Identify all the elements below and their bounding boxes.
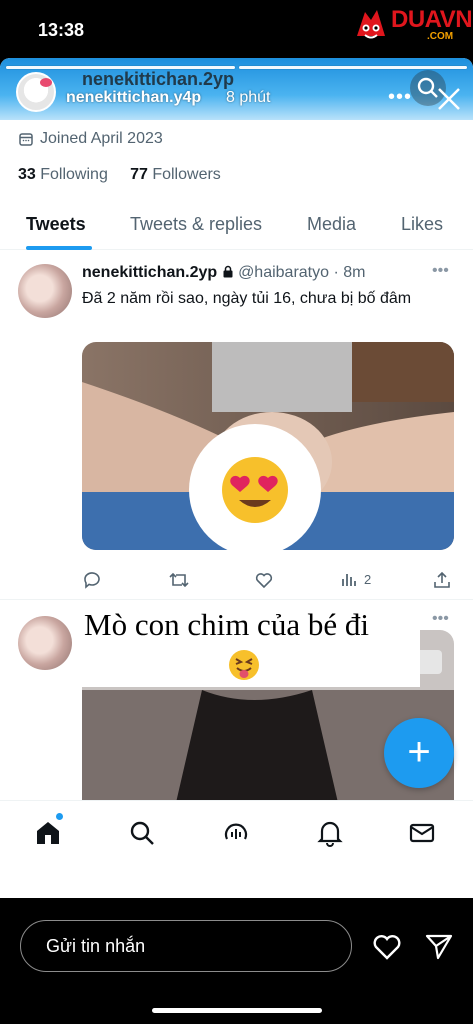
views-icon <box>342 574 356 586</box>
views-count: 2 <box>364 571 372 587</box>
home-icon[interactable] <box>34 819 62 847</box>
tweet-actions: 2 <box>82 570 454 594</box>
story-frame: nenekittichan.2yp nenekittichan.y4p 8 ph… <box>0 58 473 898</box>
followers-count[interactable]: 77 <box>130 166 148 183</box>
compose-tweet-button[interactable]: + <box>384 718 454 788</box>
following-count[interactable]: 33 <box>18 166 36 183</box>
close-icon[interactable] <box>434 84 464 114</box>
joined-date: Joined April 2023 <box>18 130 163 148</box>
notifications-icon[interactable] <box>316 819 344 847</box>
mascot-icon <box>357 10 385 39</box>
reply-icon[interactable] <box>82 570 102 590</box>
story-progress-bar <box>6 66 467 69</box>
tweet-item[interactable]: nenekittichan.2yp @haibaratyo · 8m ••• Đ… <box>0 260 473 589</box>
tab-media[interactable]: Media <box>307 214 356 235</box>
story-username[interactable]: nenekittichan.y4p <box>66 89 201 107</box>
profile-tabs: Tweets Tweets & replies Media Likes <box>0 198 473 250</box>
reply-placeholder: Gửi tin nhắn <box>46 936 146 956</box>
status-bar: 13:38 DUAVN .COM <box>0 0 473 58</box>
tweet-author[interactable]: nenekittichan.2yp @haibaratyo · 8m <box>82 264 365 282</box>
search-icon[interactable] <box>128 819 156 847</box>
tweet-image[interactable] <box>82 342 454 550</box>
followers-label[interactable]: Followers <box>152 166 220 183</box>
tweet-text: Đã 2 năm rồi sao, ngày tủi 16, chưa bị b… <box>82 290 412 307</box>
messages-icon[interactable] <box>408 819 436 847</box>
story-username-behind: nenekittichan.2yp <box>82 69 235 89</box>
more-options-icon[interactable]: ••• <box>388 86 412 109</box>
tweet-divider <box>0 599 473 600</box>
tweet-time: · 8m <box>333 264 366 281</box>
home-notification-dot <box>56 813 63 820</box>
tab-tweets-replies[interactable]: Tweets & replies <box>130 214 262 235</box>
active-tab-indicator <box>26 246 92 250</box>
following-label[interactable]: Following <box>40 166 108 183</box>
tweet-handle: @haibaratyo <box>238 264 330 281</box>
lock-icon <box>223 265 233 278</box>
winking-tongue-emoji-icon <box>229 650 259 680</box>
plus-icon: + <box>407 730 431 774</box>
story-reply-bar: Gửi tin nhắn <box>0 898 473 1024</box>
tweet-avatar[interactable] <box>18 264 72 318</box>
bottom-navigation <box>0 800 473 860</box>
follow-stats: 33 Following 77 Followers <box>18 166 221 184</box>
tweet-photo <box>82 342 454 550</box>
send-icon[interactable] <box>424 932 454 960</box>
watermark-domain: .COM <box>427 31 454 42</box>
tab-likes[interactable]: Likes <box>401 214 443 235</box>
tab-tweets[interactable]: Tweets <box>26 214 86 235</box>
retweet-icon[interactable] <box>168 570 190 590</box>
story-avatar[interactable] <box>16 72 56 112</box>
status-time: 13:38 <box>38 20 85 40</box>
tweet-more-icon[interactable]: ••• <box>432 610 449 628</box>
tweet-avatar[interactable] <box>18 616 72 670</box>
calendar-icon <box>19 133 33 146</box>
heart-icon[interactable] <box>372 932 402 960</box>
tweet-author-name: nenekittichan.2yp <box>82 264 218 281</box>
story-time: 8 phút <box>226 89 271 106</box>
share-icon[interactable] <box>432 570 452 590</box>
story-text-overlay: Mò con chim của bé đi <box>76 603 420 687</box>
watermark-logo: DUAVN .COM <box>351 4 473 46</box>
story-caption: Mò con chim của bé đi <box>84 607 369 642</box>
spaces-icon[interactable] <box>222 819 250 847</box>
joined-text: Joined April 2023 <box>40 130 163 147</box>
tweet-more-icon[interactable]: ••• <box>432 262 449 280</box>
reply-input[interactable]: Gửi tin nhắn <box>20 920 352 972</box>
home-indicator <box>152 1008 322 1013</box>
watermark-brand: DUAVN <box>391 6 473 33</box>
like-icon[interactable] <box>254 570 274 590</box>
views-stat[interactable]: 2 <box>340 570 371 588</box>
